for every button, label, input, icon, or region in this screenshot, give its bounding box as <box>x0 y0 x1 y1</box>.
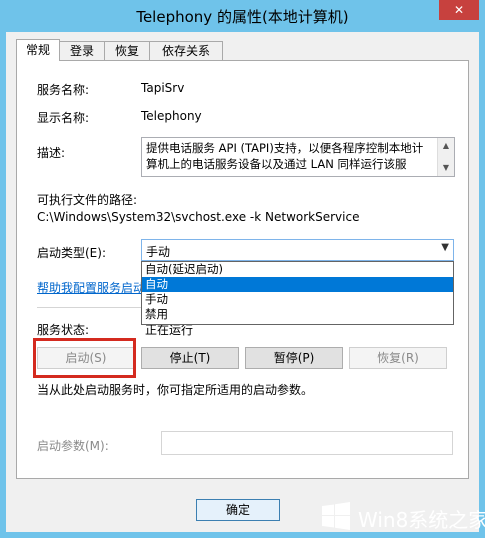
tab-general[interactable]: 常规 <box>16 39 60 61</box>
general-tab-panel: 服务名称: TapiSrv 显示名称: Telephony 描述: 提供电话服务… <box>16 60 469 479</box>
watermark: Win8系统之家 <box>316 498 485 538</box>
pause-button[interactable]: 暂停(P) <box>245 347 343 369</box>
start-params-input[interactable] <box>161 431 453 455</box>
display-name-value: Telephony <box>141 109 202 123</box>
start-params-label: 启动参数(M): <box>37 439 109 453</box>
ok-button[interactable]: 确定 <box>196 499 280 521</box>
exe-path-value: C:\Windows\System32\svchost.exe -k Netwo… <box>37 210 360 224</box>
start-hint: 当从此处启动服务时，你可指定所适用的启动参数。 <box>37 383 314 397</box>
dropdown-option-auto[interactable]: 自动 <box>142 277 453 292</box>
description-scrollbar[interactable]: ▲ ▼ <box>437 138 454 176</box>
chevron-down-icon[interactable]: ▼ <box>441 242 449 253</box>
tab-dependencies[interactable]: 依存关系 <box>149 41 223 60</box>
description-label: 描述: <box>37 146 66 160</box>
dropdown-option-disabled[interactable]: 禁用 <box>142 307 453 322</box>
description-text: 提供电话服务 API (TAPI)支持，以便各程序控制本地计算机上的电话服务设备… <box>146 141 424 171</box>
startup-type-select[interactable]: 手动 ▼ <box>141 239 454 261</box>
exe-path-label: 可执行文件的路径: <box>37 193 138 207</box>
tab-recovery[interactable]: 恢复 <box>104 41 150 60</box>
window-title: Telephony 的属性(本地计算机) <box>136 8 349 26</box>
display-name-label: 显示名称: <box>37 111 90 125</box>
scroll-down-icon[interactable]: ▼ <box>438 162 454 174</box>
watermark-text: Win8系统之家 <box>358 508 485 532</box>
start-button-highlight <box>33 338 136 378</box>
startup-type-dropdown: 自动(延迟启动) 自动 手动 禁用 <box>141 261 454 325</box>
service-name-value: TapiSrv <box>141 81 185 95</box>
windows-logo-icon <box>322 502 350 530</box>
dropdown-option-manual[interactable]: 手动 <box>142 292 453 307</box>
description-box[interactable]: 提供电话服务 API (TAPI)支持，以便各程序控制本地计算机上的电话服务设备… <box>141 137 455 177</box>
title-bar[interactable]: Telephony 的属性(本地计算机) ✕ <box>0 0 485 32</box>
help-configure-link[interactable]: 帮助我配置服务启动选项。 <box>37 279 141 296</box>
scroll-up-icon[interactable]: ▲ <box>438 140 454 152</box>
startup-type-label: 启动类型(E): <box>37 246 106 260</box>
close-button[interactable]: ✕ <box>439 0 479 20</box>
stop-button[interactable]: 停止(T) <box>141 347 239 369</box>
service-name-label: 服务名称: <box>37 83 90 97</box>
dropdown-option-auto-delayed[interactable]: 自动(延迟启动) <box>142 262 453 277</box>
startup-type-value: 手动 <box>146 245 171 259</box>
resume-button[interactable]: 恢复(R) <box>349 347 447 369</box>
service-status-label: 服务状态: <box>37 323 90 337</box>
tab-logon[interactable]: 登录 <box>59 41 105 60</box>
properties-window: Telephony 的属性(本地计算机) ✕ 常规 登录 恢复 依存关系 服务名… <box>0 0 485 538</box>
dialog-body: 常规 登录 恢复 依存关系 服务名称: TapiSrv 显示名称: Teleph… <box>6 32 479 532</box>
